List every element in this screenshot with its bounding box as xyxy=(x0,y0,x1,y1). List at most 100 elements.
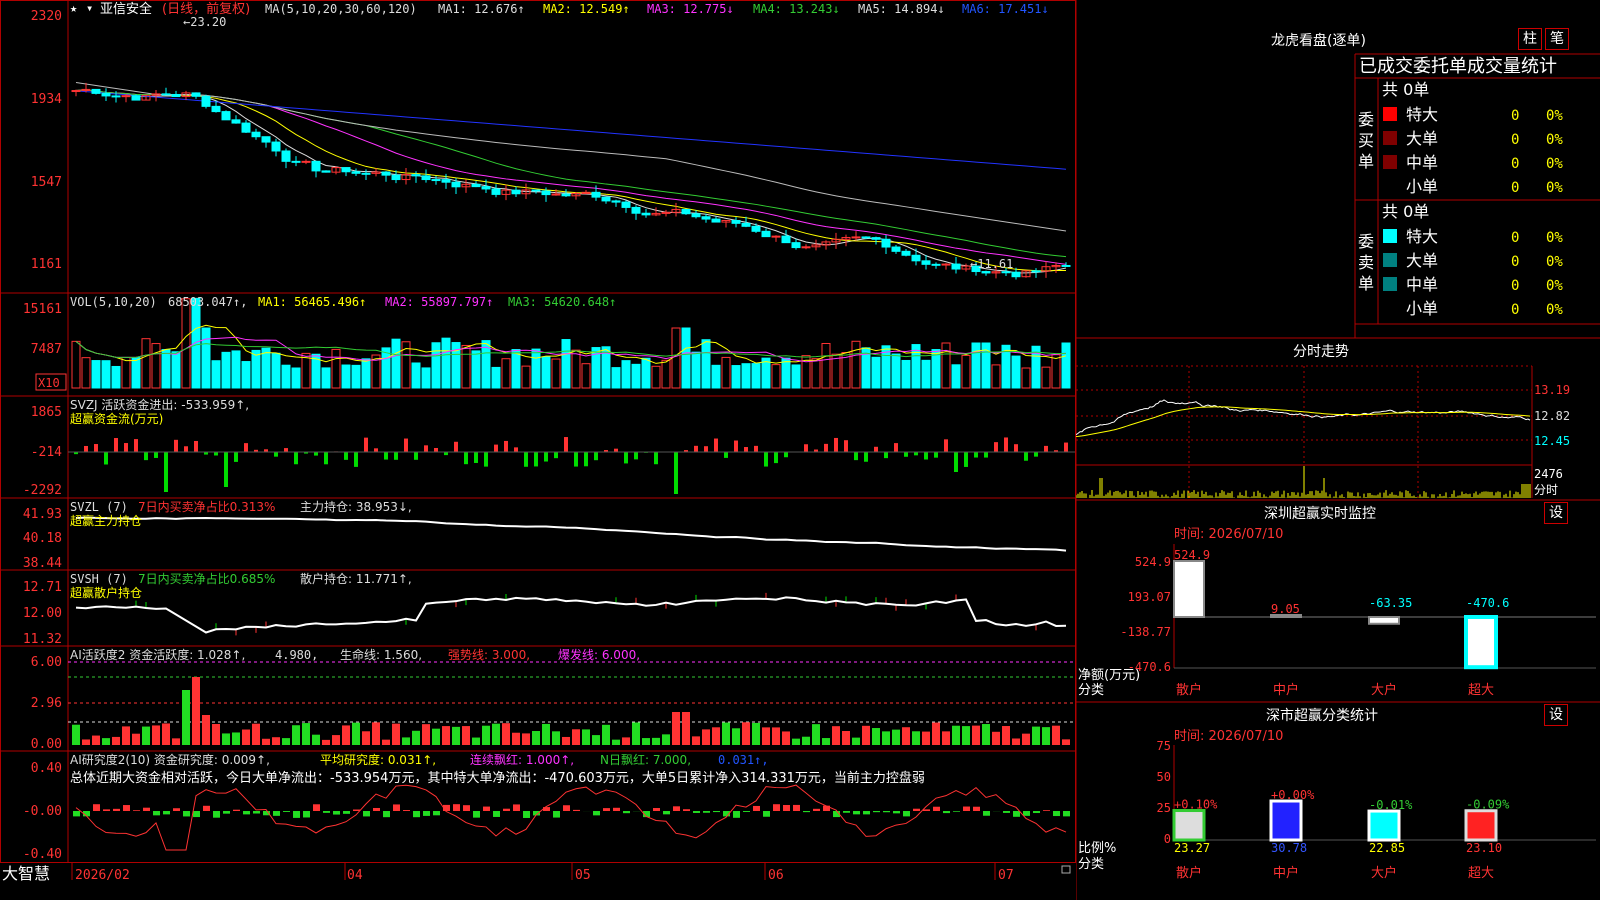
activity-bar xyxy=(932,722,940,745)
activity-bar xyxy=(552,731,560,745)
ai1-v2: 4.980, xyxy=(275,648,318,662)
volume-bar xyxy=(731,365,741,389)
activity-bar xyxy=(822,738,830,745)
research-bar xyxy=(173,808,180,811)
research-bar xyxy=(453,804,460,811)
fund-flow-bar xyxy=(824,443,828,452)
candle xyxy=(921,260,931,265)
volume-bar xyxy=(331,348,341,389)
activity-bar xyxy=(992,731,1000,745)
volume-bar xyxy=(231,350,241,389)
volume-bar xyxy=(471,350,481,389)
ai1-burst: 爆发线: 6.000, xyxy=(558,647,640,662)
activity-bar xyxy=(472,737,480,745)
research-bar xyxy=(593,811,600,816)
volume-bar xyxy=(71,340,81,389)
classify-value: 22.85 xyxy=(1369,841,1405,855)
activity-bar xyxy=(872,728,880,745)
activity-bar xyxy=(112,736,120,745)
volume-bar xyxy=(81,357,91,389)
fund-flow-bar xyxy=(894,443,898,452)
monitor-settings-button[interactable]: 设 xyxy=(1544,502,1568,524)
activity-bar xyxy=(832,726,840,745)
fund-flow-bar xyxy=(1044,445,1048,452)
classify-settings-button[interactable]: 设 xyxy=(1544,704,1568,726)
tick-mode-button[interactable]: 笔 xyxy=(1545,28,1569,50)
candle xyxy=(531,189,541,192)
classify-title: 深市超赢分类统计 xyxy=(1266,707,1378,724)
volume-bar xyxy=(501,358,511,389)
vol-ytick: 15161 xyxy=(23,302,62,317)
volume-bar xyxy=(101,360,111,389)
fund-flow-bar xyxy=(344,452,348,460)
volume-bar xyxy=(431,342,441,389)
activity-bar xyxy=(262,738,270,745)
activity-bar xyxy=(762,727,770,745)
order-pct: 0% xyxy=(1546,132,1563,148)
order-count: 0 xyxy=(1511,108,1519,124)
research-bar xyxy=(853,811,860,815)
classify-change: -0.09% xyxy=(1466,798,1510,812)
volume-bar xyxy=(131,357,141,389)
classify-change: +0.00% xyxy=(1271,788,1315,802)
volume-bar xyxy=(411,362,421,389)
main-chart-area[interactable]: ★ ▾ 亚信安全 (日线，前复权) MA(5,10,20,30,60,120) … xyxy=(0,0,1076,900)
fund-flow-bar xyxy=(234,452,238,462)
activity-bar xyxy=(792,738,800,745)
volume-bar xyxy=(251,349,261,389)
research-bar xyxy=(93,804,100,811)
activity-bar xyxy=(502,723,510,745)
candle xyxy=(881,238,891,248)
monitor-ytick: 193.07 xyxy=(1128,590,1171,604)
candle xyxy=(981,271,991,274)
kline-ytick: 1547 xyxy=(31,175,62,190)
research-bar xyxy=(693,811,700,813)
volume-bar xyxy=(181,298,191,389)
activity-bar xyxy=(252,723,260,745)
order-count: 0 xyxy=(1511,278,1519,294)
research-bar xyxy=(373,807,380,811)
svsh-hold: 散户持仓: 11.771↑, xyxy=(300,571,412,586)
candle xyxy=(951,263,961,270)
volume-bar xyxy=(641,357,651,389)
monitor-ylabel: 净额(万元) xyxy=(1078,668,1140,683)
activity-bar xyxy=(402,737,410,745)
research-bar xyxy=(773,804,780,811)
activity-bar xyxy=(1022,733,1030,745)
research-bar xyxy=(73,811,80,817)
fund-flow-bar xyxy=(834,437,838,452)
activity-bar xyxy=(382,739,390,745)
fund-flow-bar xyxy=(1024,452,1028,461)
activity-bar xyxy=(802,736,810,745)
x-tick: 04 xyxy=(347,868,363,883)
activity-bar xyxy=(232,732,240,745)
volume-bar xyxy=(661,359,671,389)
activity-bar xyxy=(622,737,630,745)
svzl-ytick: 41.93 xyxy=(23,507,62,522)
stock-title[interactable]: 亚信安全 xyxy=(100,1,152,17)
activity-bar xyxy=(972,725,980,745)
research-bar xyxy=(1003,811,1010,813)
fund-flow-bar xyxy=(984,452,988,458)
fund-flow-bar xyxy=(804,444,808,452)
candle xyxy=(621,201,631,208)
candle xyxy=(711,218,721,223)
candle xyxy=(601,196,611,202)
fund-flow-bar xyxy=(674,452,678,494)
ma1-value: MA1: 12.676↑ xyxy=(438,2,525,16)
volume-bar xyxy=(421,367,431,389)
bar-mode-button[interactable]: 柱 xyxy=(1518,28,1542,50)
candle xyxy=(71,90,81,93)
activity-bar xyxy=(332,735,340,745)
monitor-xlabel: 分类 xyxy=(1078,683,1104,698)
classify-value: 30.78 xyxy=(1271,841,1307,855)
fund-flow-bar xyxy=(164,452,168,492)
research-bar xyxy=(703,811,710,813)
activity-bar xyxy=(162,723,170,745)
right-panel: 龙虎看盘(逐单) 已成交委托单成交量统计 共 0单 委 买 单 特大 0 0% 大单 0… xyxy=(1076,0,1600,900)
svzl-sub: 超赢主力持仓 xyxy=(70,513,142,528)
x-tick: 06 xyxy=(768,868,784,883)
volume-bar xyxy=(711,364,721,389)
svzj-sub: 超赢资金流(万元) xyxy=(70,411,163,426)
ai2-v5: 0.031↑, xyxy=(718,753,769,767)
